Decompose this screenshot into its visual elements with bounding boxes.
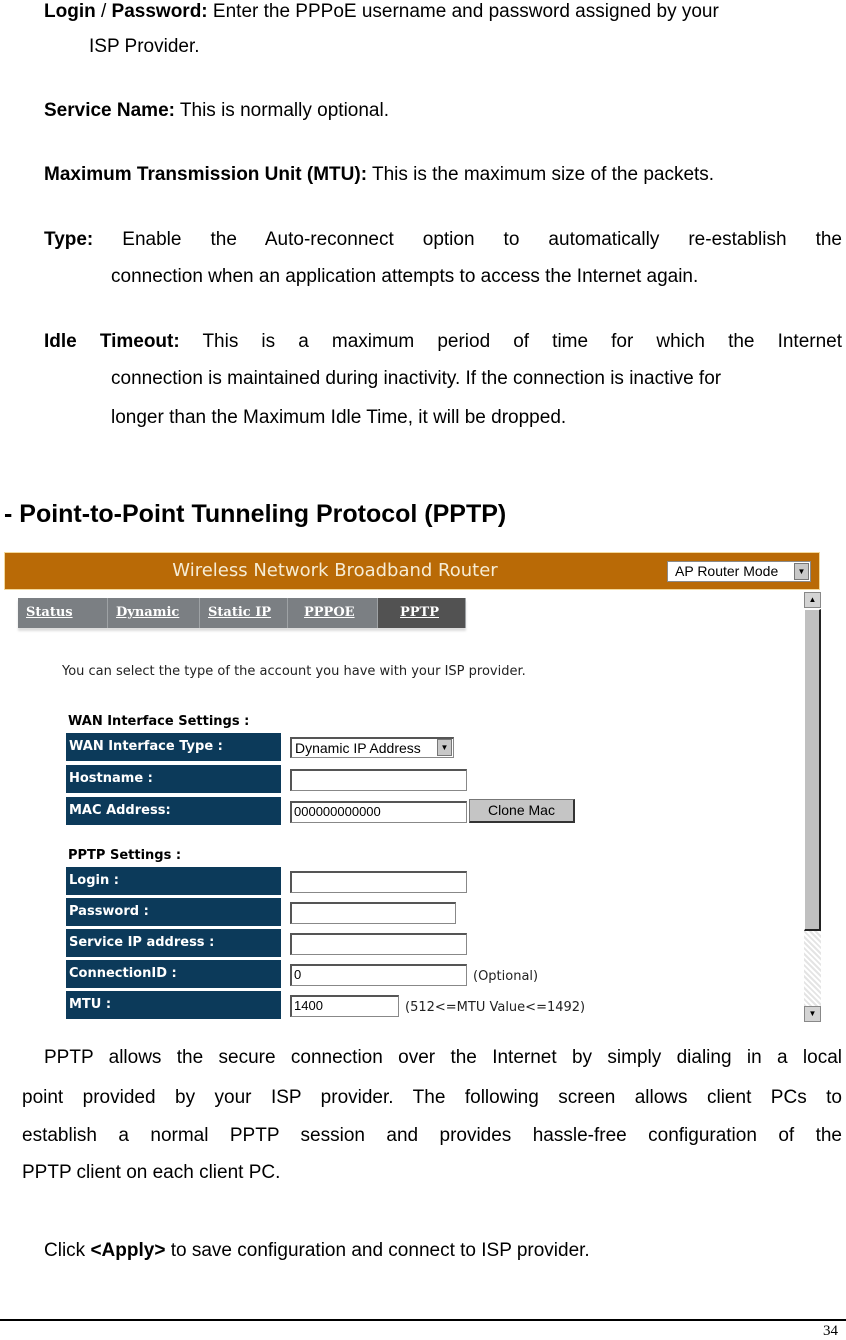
mtu-hint: (512<=MTU Value<=1492) — [405, 1000, 586, 1015]
idle-timeout-cont2: longer than the Maximum Idle Time, it wi… — [111, 407, 567, 428]
scroll-track[interactable] — [804, 931, 821, 1006]
mac-address-input[interactable]: 000000000000 — [290, 801, 467, 823]
login-password-cont: ISP Provider. — [89, 36, 200, 57]
apply-instruction: Click <Apply> to save configuration and … — [44, 1240, 590, 1261]
pptp-description-line4: PPTP client on each client PC. — [22, 1162, 281, 1183]
idle-timeout-cont1: connection is maintained during inactivi… — [111, 368, 722, 389]
connection-id-hint: (Optional) — [473, 969, 539, 984]
chevron-down-icon[interactable]: ▼ — [437, 739, 452, 756]
mode-select[interactable]: AP Router Mode ▼ — [667, 561, 811, 582]
clone-mac-button[interactable]: Clone Mac — [469, 799, 575, 823]
idle-timeout-paragraph: Idle Timeout: This is a maximum period o… — [44, 331, 843, 352]
mtu-paragraph: Maximum Transmission Unit (MTU): This is… — [44, 164, 715, 185]
pptp-description-line1: PPTP allows the secure connection over t… — [44, 1047, 842, 1068]
tab-bar: Status Dynamic IP Static IP PPPOE PPTP — [18, 598, 466, 650]
hostname-input[interactable] — [290, 769, 467, 791]
service-name-paragraph: Service Name: This is normally optional. — [44, 100, 389, 121]
service-ip-input[interactable] — [290, 933, 467, 955]
router-screenshot: Wireless Network Broadband Router AP Rou… — [4, 552, 822, 1022]
section-heading: - Point-to-Point Tunneling Protocol (PPT… — [4, 500, 507, 528]
password-input[interactable] — [290, 902, 456, 924]
tab-status[interactable]: Status — [18, 598, 108, 628]
tab-dynamic-ip[interactable]: Dynamic IP — [108, 598, 200, 650]
login-input[interactable] — [290, 871, 467, 893]
chevron-down-icon[interactable]: ▼ — [794, 563, 809, 580]
footer-rule — [0, 1319, 846, 1321]
wan-type-label: WAN Interface Type : — [66, 733, 281, 761]
tab-static-ip[interactable]: Static IP — [200, 598, 288, 628]
tab-pptp[interactable]: PPTP — [378, 598, 466, 628]
tab-pppoe[interactable]: PPPOE — [288, 598, 378, 628]
scroll-down-icon[interactable]: ▼ — [804, 1006, 821, 1022]
login-password-paragraph: Login / Password: Enter the PPPoE userna… — [44, 1, 719, 22]
intro-text: You can select the type of the account y… — [62, 664, 526, 679]
hostname-label: Hostname : — [66, 765, 281, 793]
mac-address-label: MAC Address: — [66, 797, 281, 825]
wan-settings-title: WAN Interface Settings : — [68, 714, 250, 729]
password-label: Password : — [66, 898, 281, 926]
term-password: Password: — [111, 1, 208, 22]
connection-id-label: ConnectionID : — [66, 960, 281, 988]
router-banner: Wireless Network Broadband Router AP Rou… — [4, 552, 820, 590]
router-title: Wireless Network Broadband Router — [172, 560, 498, 581]
login-label: Login : — [66, 867, 281, 895]
pptp-settings-title: PPTP Settings : — [68, 848, 182, 863]
type-cont: connection when an application attempts … — [111, 266, 699, 287]
type-paragraph: Type: Enable the Auto-reconnect option t… — [44, 229, 842, 250]
connection-id-input[interactable]: 0 — [290, 964, 467, 986]
service-ip-label: Service IP address : — [66, 929, 281, 957]
pptp-description-line3: establish a normal PPTP session and prov… — [22, 1125, 842, 1146]
wan-type-select[interactable]: Dynamic IP Address ▼ — [290, 737, 454, 758]
mtu-input[interactable]: 1400 — [290, 995, 399, 1017]
mtu-label: MTU : — [66, 991, 281, 1019]
page-number: 34 — [823, 1323, 838, 1339]
scroll-up-icon[interactable]: ▲ — [804, 592, 821, 608]
term-login: Login — [44, 1, 96, 22]
pptp-description-line2: point provided by your ISP provider. The… — [22, 1087, 842, 1108]
scroll-thumb[interactable] — [804, 609, 821, 931]
scrollbar[interactable]: ▲ ▼ — [804, 592, 821, 1022]
